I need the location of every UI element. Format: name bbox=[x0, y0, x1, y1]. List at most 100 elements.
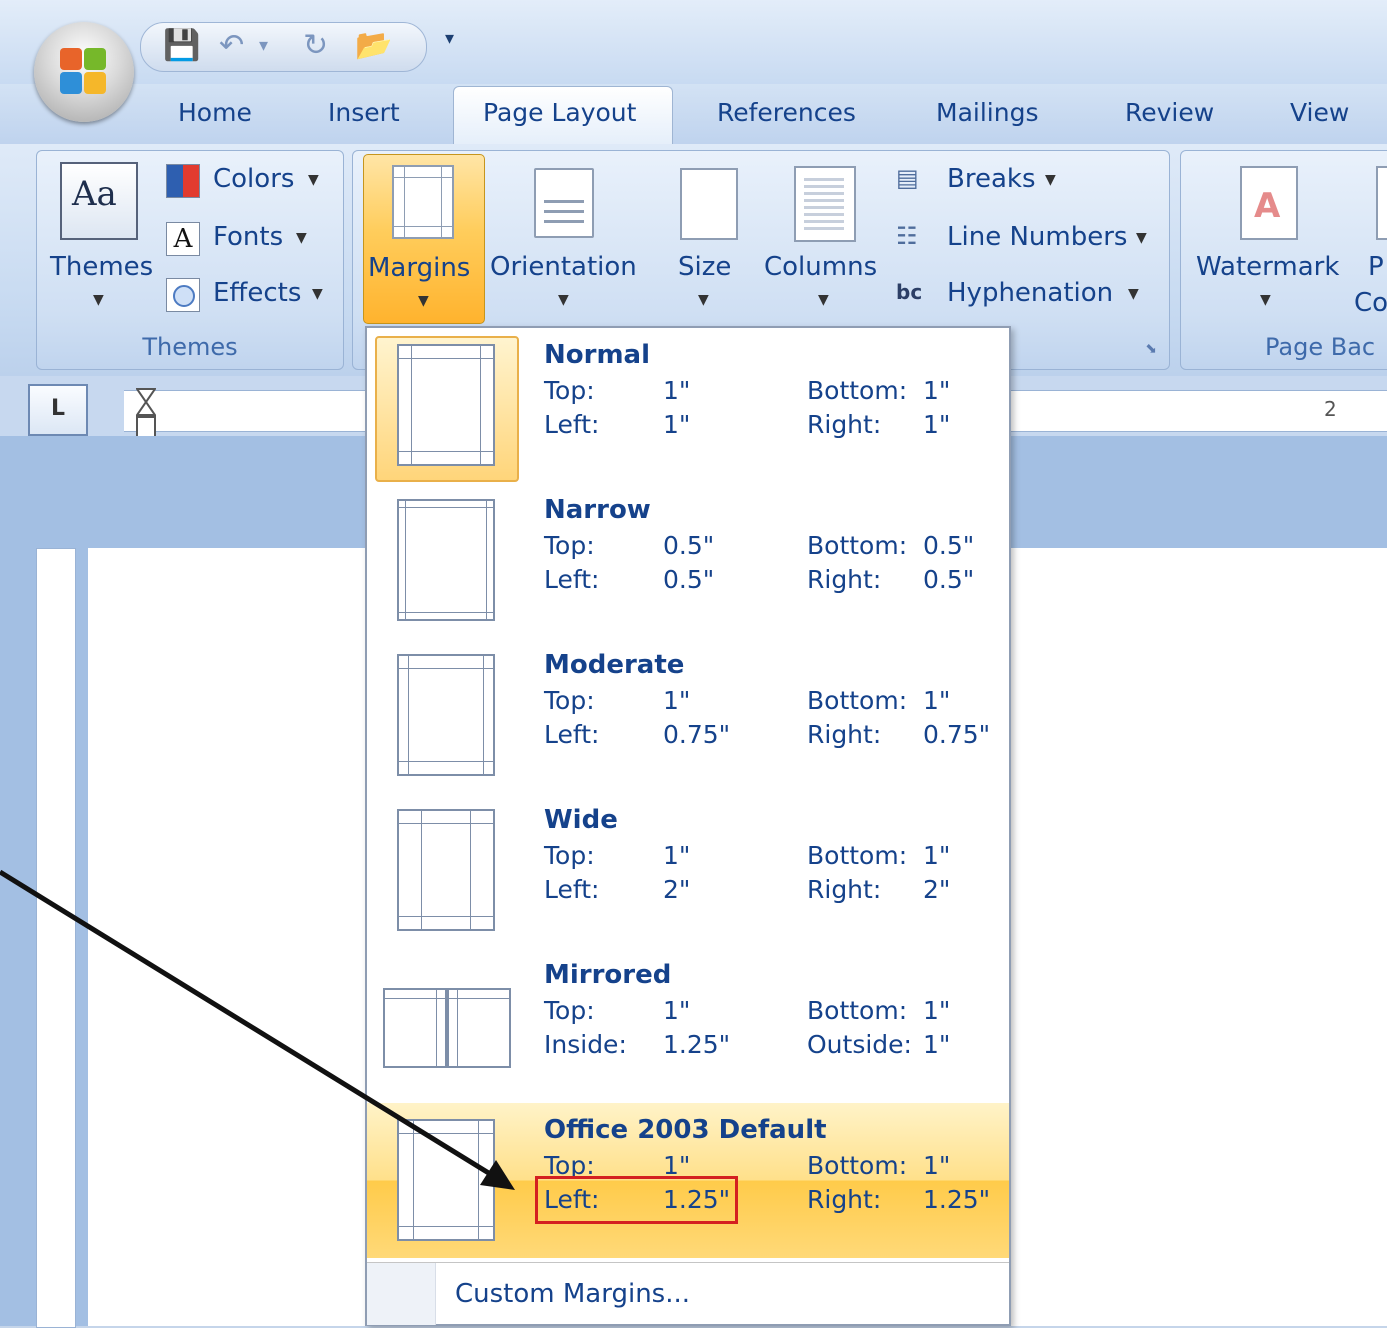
orientation-dropdown-icon[interactable]: ▼ bbox=[558, 292, 569, 308]
outside-label: Outside: bbox=[807, 1030, 912, 1059]
effects-button[interactable]: Effects bbox=[213, 278, 301, 308]
fonts-dropdown-icon[interactable]: ▼ bbox=[296, 230, 307, 246]
page-background-group-label: Page Bac bbox=[1265, 333, 1376, 361]
columns-button[interactable]: Columns bbox=[764, 252, 877, 282]
breaks-icon[interactable]: ▤ bbox=[896, 164, 919, 192]
effects-dropdown-icon[interactable]: ▼ bbox=[312, 286, 323, 302]
themes-group-label: Themes bbox=[142, 333, 238, 361]
orientation-icon[interactable] bbox=[534, 168, 594, 238]
tab-references[interactable]: References bbox=[717, 98, 856, 127]
breaks-button[interactable]: Breaks bbox=[947, 164, 1036, 194]
margin-option-narrow[interactable]: Narrow Top: 0.5" Bottom: 0.5" Left: 0.5"… bbox=[367, 483, 1009, 638]
tab-home[interactable]: Home bbox=[178, 98, 252, 127]
watermark-dropdown-icon[interactable]: ▼ bbox=[1260, 292, 1271, 308]
page-color-label-1[interactable]: P bbox=[1368, 252, 1384, 282]
fonts-icon[interactable]: A bbox=[166, 222, 200, 256]
top-value: 1" bbox=[663, 376, 691, 405]
tab-selector[interactable]: L bbox=[28, 384, 88, 436]
right-label: Right: bbox=[807, 565, 882, 594]
left-value: 0.5" bbox=[663, 565, 715, 594]
margins-button[interactable]: Margins ▼ bbox=[363, 154, 485, 324]
bottom-label: Bottom: bbox=[807, 376, 908, 405]
colors-icon[interactable] bbox=[166, 164, 200, 198]
indent-marker-icon[interactable] bbox=[135, 388, 157, 440]
right-value: 0.75" bbox=[923, 720, 991, 749]
themes-dropdown-icon[interactable]: ▼ bbox=[93, 292, 104, 308]
line-numbers-dropdown-icon[interactable]: ▼ bbox=[1136, 230, 1147, 246]
breaks-dropdown-icon[interactable]: ▼ bbox=[1045, 172, 1056, 188]
right-label: Right: bbox=[807, 875, 882, 904]
hyphenation-dropdown-icon[interactable]: ▼ bbox=[1128, 286, 1139, 302]
size-dropdown-icon[interactable]: ▼ bbox=[698, 292, 709, 308]
effects-icon[interactable] bbox=[166, 278, 200, 312]
bottom-label: Bottom: bbox=[807, 1151, 908, 1180]
undo-dropdown-icon[interactable]: ▾ bbox=[259, 29, 268, 63]
tab-view[interactable]: View bbox=[1290, 98, 1349, 127]
colors-button[interactable]: Colors bbox=[213, 164, 294, 194]
margins-icon bbox=[392, 165, 454, 239]
office-logo-icon bbox=[58, 46, 110, 98]
left-value: 0.75" bbox=[663, 720, 731, 749]
bottom-value: 1" bbox=[923, 376, 951, 405]
quick-access-toolbar: 💾 ↶ ▾ ↻ 📂 bbox=[140, 22, 427, 72]
margin-option-mirrored[interactable]: Mirrored Top: 1" Bottom: 1" Inside: 1.25… bbox=[367, 948, 1009, 1103]
inside-label: Inside: bbox=[544, 1030, 627, 1059]
tab-insert[interactable]: Insert bbox=[328, 98, 400, 127]
hyphenation-button[interactable]: Hyphenation bbox=[947, 278, 1113, 308]
ruler-number: 2 bbox=[1324, 397, 1337, 421]
margin-option-name: Mirrored bbox=[544, 960, 672, 990]
inside-value: 1.25" bbox=[663, 1030, 731, 1059]
watermark-button[interactable]: Watermark bbox=[1196, 252, 1339, 282]
page-color-icon[interactable] bbox=[1376, 166, 1387, 240]
margin-option-moderate[interactable]: Moderate Top: 1" Bottom: 1" Left: 0.75" … bbox=[367, 638, 1009, 793]
wide-margin-icon bbox=[397, 809, 495, 931]
line-numbers-button[interactable]: Line Numbers bbox=[947, 222, 1127, 252]
undo-icon[interactable]: ↶ bbox=[219, 29, 244, 63]
page-color-label-2[interactable]: Co bbox=[1354, 288, 1387, 318]
top-value: 1" bbox=[663, 686, 691, 715]
line-numbers-icon[interactable]: ☷ bbox=[896, 222, 918, 250]
orientation-button[interactable]: Orientation bbox=[490, 252, 637, 282]
right-value: 1.25" bbox=[923, 1185, 991, 1214]
menu-icon-strip bbox=[367, 1263, 436, 1325]
themes-icon[interactable]: Aa bbox=[60, 162, 138, 240]
bottom-label: Bottom: bbox=[807, 531, 908, 560]
margin-option-name: Narrow bbox=[544, 495, 651, 525]
custom-margins-item[interactable]: Custom Margins... bbox=[367, 1262, 1009, 1325]
margin-option-wide[interactable]: Wide Top: 1" Bottom: 1" Left: 2" Right: … bbox=[367, 793, 1009, 948]
columns-icon[interactable] bbox=[794, 166, 856, 242]
dialog-launcher-icon[interactable]: ⬊ bbox=[1145, 341, 1157, 357]
tab-mailings[interactable]: Mailings bbox=[936, 98, 1038, 127]
watermark-icon[interactable]: A bbox=[1240, 166, 1298, 240]
margins-label: Margins bbox=[368, 253, 471, 283]
tab-page-layout[interactable]: Page Layout bbox=[483, 98, 636, 127]
right-value: 1" bbox=[923, 410, 951, 439]
top-label: Top: bbox=[544, 531, 595, 560]
size-icon[interactable] bbox=[680, 168, 738, 240]
right-label: Right: bbox=[807, 720, 882, 749]
fonts-button[interactable]: Fonts bbox=[213, 222, 283, 252]
margin-option-normal[interactable]: Normal Top: 1" Bottom: 1" Left: 1" Right… bbox=[367, 328, 1009, 483]
top-label: Top: bbox=[544, 686, 595, 715]
themes-button[interactable]: Themes bbox=[50, 252, 153, 282]
customize-qat-icon[interactable]: ▾ bbox=[445, 28, 454, 49]
margins-dropdown-icon: ▼ bbox=[418, 293, 429, 309]
mirrored-left-page-icon bbox=[383, 988, 447, 1068]
save-icon[interactable]: 💾 bbox=[163, 29, 200, 63]
redo-icon[interactable]: ↻ bbox=[303, 29, 328, 63]
bottom-label: Bottom: bbox=[807, 686, 908, 715]
colors-dropdown-icon[interactable]: ▼ bbox=[308, 172, 319, 188]
bottom-value: 0.5" bbox=[923, 531, 975, 560]
size-button[interactable]: Size bbox=[678, 252, 731, 282]
vertical-ruler[interactable] bbox=[36, 548, 76, 1328]
hyphenation-icon[interactable]: bc bbox=[896, 280, 922, 304]
bottom-value: 1" bbox=[923, 1151, 951, 1180]
tab-review[interactable]: Review bbox=[1125, 98, 1214, 127]
left-label: Left: bbox=[544, 565, 600, 594]
office-button[interactable] bbox=[34, 22, 134, 122]
open-folder-icon[interactable]: 📂 bbox=[355, 29, 392, 63]
left-value: 1" bbox=[663, 410, 691, 439]
annotation-highlight-box bbox=[535, 1176, 738, 1224]
left-label: Left: bbox=[544, 720, 600, 749]
columns-dropdown-icon[interactable]: ▼ bbox=[818, 292, 829, 308]
